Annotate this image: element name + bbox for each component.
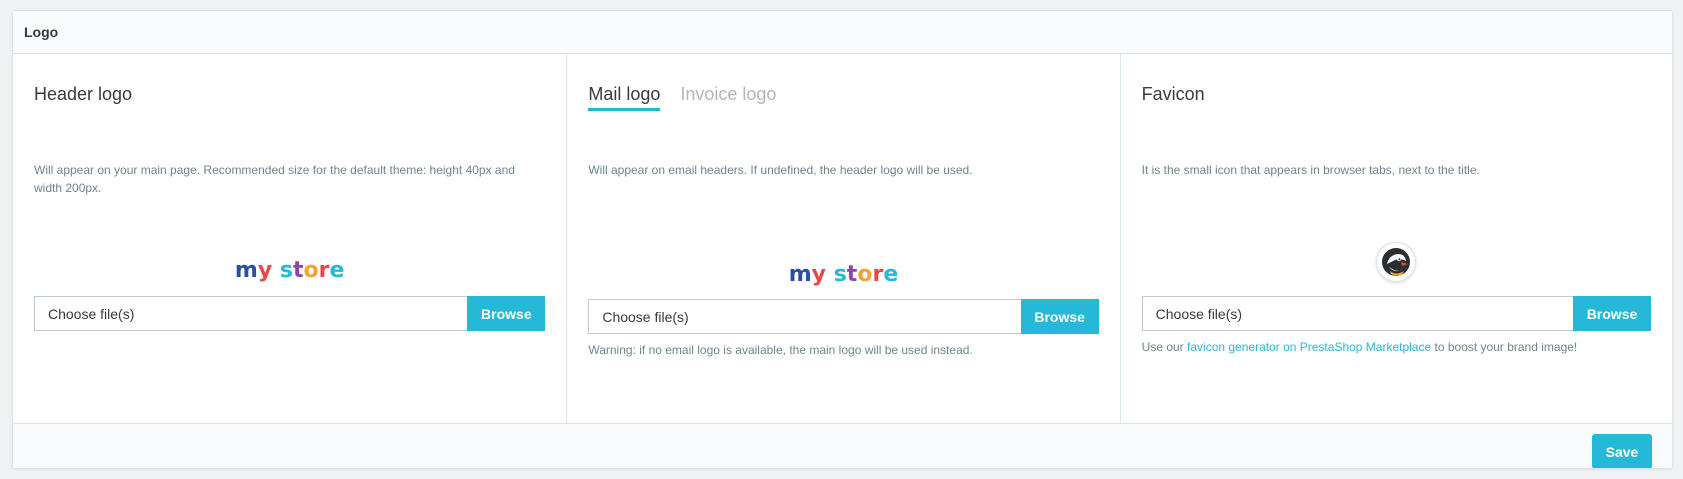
mail-logo-file-input[interactable]: Choose file(s) <box>588 299 1021 334</box>
save-button[interactable]: Save <box>1592 434 1652 468</box>
panel-title: Logo <box>24 24 59 40</box>
header-logo-preview: my store <box>34 250 545 290</box>
header-logo-section: Header logo Will appear on your main pag… <box>13 54 566 423</box>
favicon-help-suffix: to boost your brand image! <box>1431 340 1578 354</box>
favicon-upload: Choose file(s) Browse <box>1141 296 1651 331</box>
favicon-browse-button[interactable]: Browse <box>1572 296 1651 331</box>
favicon-help: Use our favicon generator on PrestaShop … <box>1142 340 1651 354</box>
favicon-file-input[interactable]: Choose file(s) <box>1141 296 1573 331</box>
header-logo-upload: Choose file(s) Browse <box>34 296 546 331</box>
store-logo-image: my store <box>234 257 345 283</box>
panel-header: Logo <box>13 11 1672 54</box>
header-logo-browse-button[interactable]: Browse <box>467 296 546 331</box>
mail-logo-upload: Choose file(s) Browse <box>588 299 1099 334</box>
mail-logo-browse-button[interactable]: Browse <box>1020 299 1099 334</box>
mail-logo-warning: Warning: if no email logo is available, … <box>588 343 973 357</box>
logo-panel: Logo Header logo Will appear on your mai… <box>12 10 1673 469</box>
mail-logo-description: Will appear on email headers. If undefin… <box>588 163 973 177</box>
mail-logo-preview: my store <box>588 254 1098 294</box>
prestashop-puffin-icon <box>1376 242 1417 282</box>
header-logo-description: Will appear on your main page. Recommend… <box>34 163 515 195</box>
panel-footer: Save <box>13 424 1672 468</box>
favicon-preview <box>1142 240 1651 284</box>
favicon-description: It is the small icon that appears in bro… <box>1141 163 1480 177</box>
mail-logo-section: Mail logo Invoice logo Will appear on em… <box>566 54 1119 423</box>
header-logo-title: Header logo <box>34 84 133 104</box>
mail-invoice-tabs: Mail logo Invoice logo <box>588 84 776 111</box>
logo-columns: Header logo Will appear on your main pag… <box>13 54 1672 424</box>
mail-store-logo-image: my store <box>788 261 899 287</box>
favicon-title: Favicon <box>1141 84 1205 104</box>
favicon-generator-link[interactable]: favicon generator on PrestaShop Marketpl… <box>1187 340 1431 354</box>
tab-invoice-logo[interactable]: Invoice logo <box>680 84 776 111</box>
favicon-help-prefix: Use our <box>1141 340 1188 354</box>
favicon-section: Favicon It is the small icon that appear… <box>1119 54 1672 423</box>
header-logo-file-input[interactable]: Choose file(s) <box>34 296 468 331</box>
tab-mail-logo[interactable]: Mail logo <box>588 84 661 111</box>
